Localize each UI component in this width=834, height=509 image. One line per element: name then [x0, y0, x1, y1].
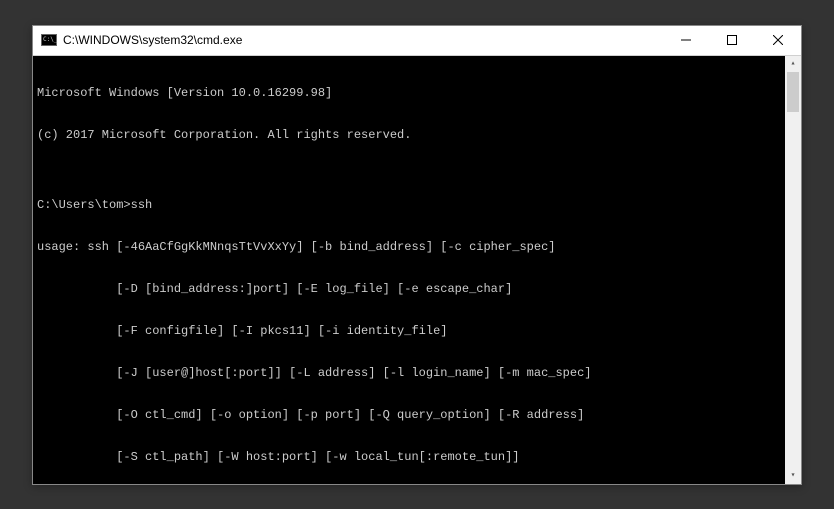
terminal-line: [-D [bind_address:]port] [-E log_file] […	[37, 282, 797, 296]
close-button[interactable]	[755, 26, 801, 55]
window-title: C:\WINDOWS\system32\cmd.exe	[63, 33, 663, 47]
window-controls	[663, 26, 801, 55]
terminal-line: usage: ssh [-46AaCfGgKkMNnqsTtVvXxYy] [-…	[37, 240, 797, 254]
terminal-line: [-F configfile] [-I pkcs11] [-i identity…	[37, 324, 797, 338]
scroll-down-button[interactable]: ▾	[785, 468, 801, 484]
terminal-line: [-J [user@]host[:port]] [-L address] [-l…	[37, 366, 797, 380]
terminal-line: C:\Users\tom>ssh	[37, 198, 797, 212]
terminal-line: Microsoft Windows [Version 10.0.16299.98…	[37, 86, 797, 100]
titlebar[interactable]: C:\WINDOWS\system32\cmd.exe	[33, 26, 801, 56]
minimize-button[interactable]	[663, 26, 709, 55]
scroll-thumb[interactable]	[787, 72, 799, 112]
terminal-output[interactable]: Microsoft Windows [Version 10.0.16299.98…	[33, 56, 801, 484]
scroll-up-button[interactable]: ▴	[785, 56, 801, 72]
terminal-line: [-O ctl_cmd] [-o option] [-p port] [-Q q…	[37, 408, 797, 422]
terminal-line: [-S ctl_path] [-W host:port] [-w local_t…	[37, 450, 797, 464]
maximize-button[interactable]	[709, 26, 755, 55]
vertical-scrollbar[interactable]: ▴ ▾	[785, 56, 801, 484]
terminal-line: (c) 2017 Microsoft Corporation. All righ…	[37, 128, 797, 142]
cmd-icon	[41, 34, 57, 46]
cmd-window: C:\WINDOWS\system32\cmd.exe Microsoft Wi…	[32, 25, 802, 485]
